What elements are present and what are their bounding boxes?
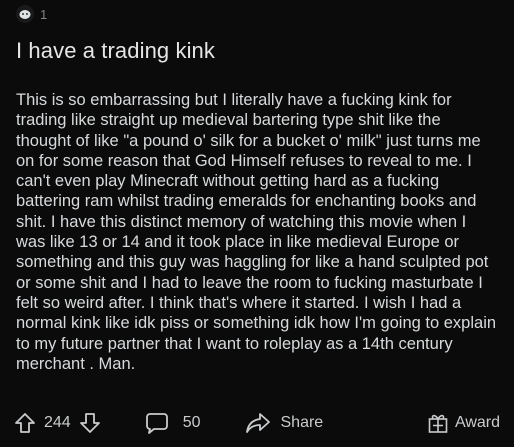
comment-count: 50	[182, 414, 201, 431]
vote-controls: 244	[14, 412, 101, 434]
award-count: 1	[40, 6, 48, 22]
post-title: I have a trading kink	[16, 38, 215, 63]
upvote-icon[interactable]	[14, 412, 36, 434]
vote-score: 244	[44, 414, 71, 431]
post-header: 1	[16, 4, 47, 24]
comments-button[interactable]: 50	[145, 412, 201, 434]
post-body: This is so embarrassing but I literally …	[16, 91, 497, 373]
share-label: Share	[280, 414, 324, 431]
award-label: Award	[454, 414, 500, 431]
gift-icon	[427, 412, 449, 434]
award-icon[interactable]	[16, 5, 34, 23]
award-button[interactable]: Award	[427, 412, 500, 434]
share-icon	[245, 412, 271, 434]
share-button[interactable]: Share	[245, 412, 324, 434]
downvote-icon[interactable]	[79, 412, 101, 434]
comment-icon	[145, 412, 169, 434]
post-action-bar: 244 50 Share Award	[14, 408, 500, 438]
